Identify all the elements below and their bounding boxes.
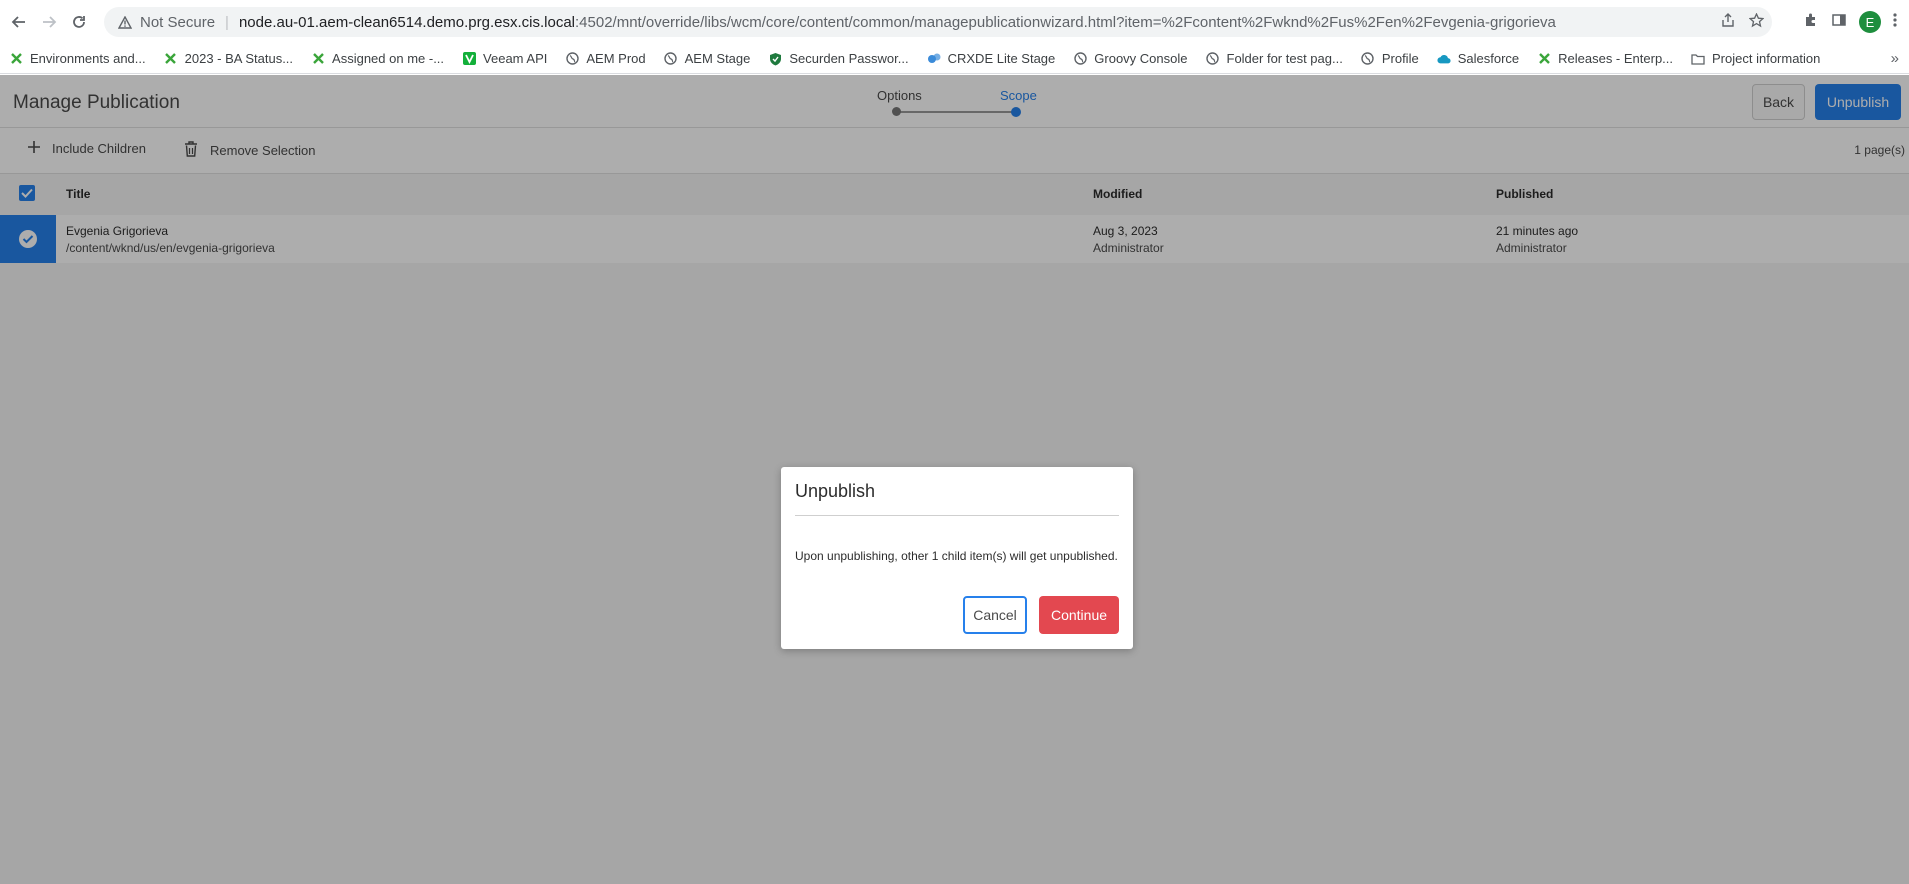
globe-icon [565,52,579,66]
side-panel-icon[interactable] [1831,12,1847,33]
url-separator: | [225,13,229,31]
extensions-icon[interactable] [1803,12,1819,33]
not-secure-label: Not Secure [140,13,216,31]
address-bar[interactable]: Not Secure | node.au-01.aem-clean6514.de… [104,7,1772,37]
bookmark-label: Salesforce [1457,51,1520,66]
browser-toolbar: Not Secure | node.au-01.aem-clean6514.de… [0,0,1909,44]
x-icon [9,52,23,66]
bookmark-star-icon[interactable] [1748,11,1765,32]
bookmark-item[interactable]: Environments and... [0,51,155,66]
x-icon [311,52,325,66]
bookmark-item[interactable]: Profile [1352,51,1428,66]
bookmark-label: Releases - Enterp... [1558,51,1674,66]
bookmark-item[interactable]: Veeam API [453,51,556,66]
bookmark-label: Project information [1712,51,1821,66]
bookmark-item[interactable]: 2023 - BA Status... [155,51,302,66]
v-icon [462,52,476,66]
dialog-divider [795,515,1119,516]
forward-arrow-icon[interactable] [34,7,64,37]
url-host: node.au-01.aem-clean6514.demo.prg.esx.ci… [238,13,575,31]
bookmark-item[interactable]: AEM Prod [556,51,654,66]
cloud-icon [1437,52,1451,66]
bookmark-item[interactable]: Securden Passwor... [759,51,917,66]
profile-avatar[interactable]: E [1859,11,1881,33]
bookmark-label: CRXDE Lite Stage [947,51,1056,66]
globe-icon [1361,52,1375,66]
bookmark-item[interactable]: Releases - Enterp... [1528,51,1682,66]
globe-icon [664,52,678,66]
bookmark-label: Groovy Console [1094,51,1188,66]
cancel-button[interactable]: Cancel [963,596,1027,634]
more-bookmarks-icon[interactable]: » [1891,50,1899,67]
omnibox-actions [1721,7,1765,37]
globe-icon [1206,52,1220,66]
bookmark-item[interactable]: Groovy Console [1064,51,1196,66]
bookmark-item[interactable]: Project information [1682,51,1829,66]
bookmark-label: Assigned on me -... [332,51,445,66]
back-arrow-icon[interactable] [4,7,34,37]
bookmarks-bar: Environments and... 2023 - BA Status... As… [0,44,1909,74]
warning-icon [118,15,132,29]
url-path: :4502/mnt/override/libs/wcm/core/content… [575,13,1556,31]
bookmark-label: Securden Passwor... [789,51,909,66]
bookmark-label: AEM Stage [684,51,751,66]
globe-icon [1073,52,1087,66]
x-icon [164,52,178,66]
bookmark-label: Environments and... [30,51,146,66]
kebab-menu-icon[interactable] [1893,12,1897,33]
bookmark-item[interactable]: AEM Stage [655,51,760,66]
reload-icon[interactable] [64,7,94,37]
shield-icon [768,52,782,66]
unpublish-dialog: Unpublish Upon unpublishing, other 1 chi… [781,467,1133,649]
bookmark-label: AEM Prod [586,51,646,66]
x-icon [1537,52,1551,66]
bookmark-label: Veeam API [483,51,548,66]
browser-toolbar-right: E [1803,7,1909,37]
bookmark-label: Profile [1381,51,1419,66]
url-text: node.au-01.aem-clean6514.demo.prg.esx.ci… [239,14,1556,31]
bookmark-label: Folder for test pag... [1226,51,1343,66]
crx-icon [927,52,941,66]
dialog-message: Upon unpublishing, other 1 child item(s)… [795,549,1118,563]
folder-icon [1691,52,1705,66]
bookmark-item[interactable]: Folder for test pag... [1197,51,1352,66]
bookmark-label: 2023 - BA Status... [184,51,294,66]
continue-button[interactable]: Continue [1039,596,1119,634]
bookmark-item[interactable]: Assigned on me -... [302,51,453,66]
bookmark-item[interactable]: Salesforce [1428,51,1528,66]
bookmark-item[interactable]: CRXDE Lite Stage [918,51,1065,66]
share-icon[interactable] [1721,13,1735,31]
dialog-title: Unpublish [795,481,876,501]
